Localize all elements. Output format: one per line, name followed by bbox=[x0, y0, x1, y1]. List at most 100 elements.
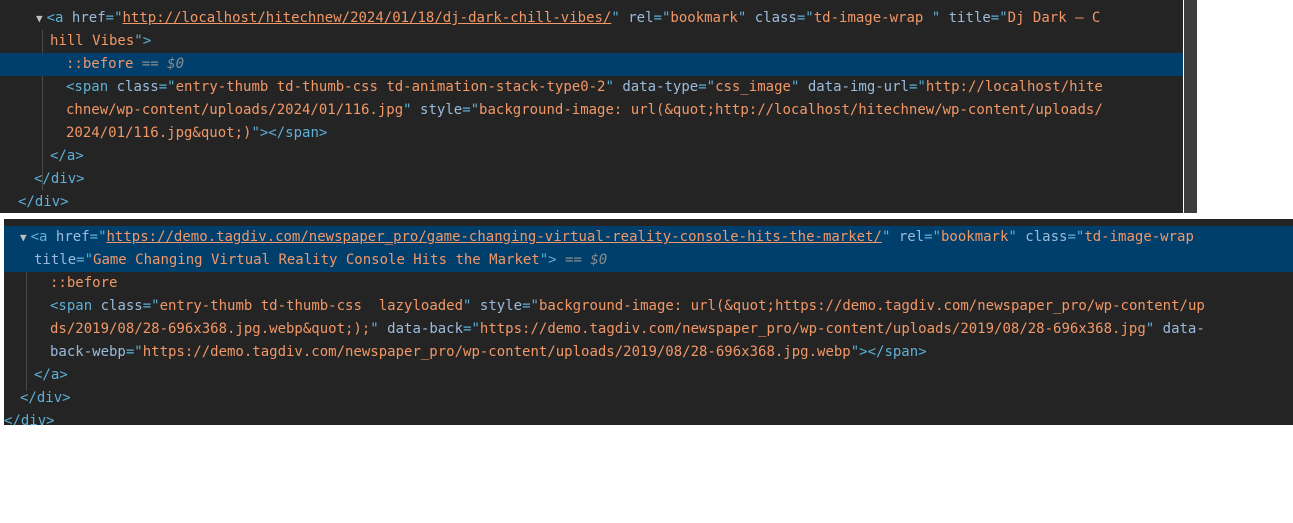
tag-token: =" bbox=[463, 321, 480, 337]
tag-token: " bbox=[1008, 229, 1017, 245]
dom-node-line[interactable]: <span class="entry-thumb td-thumb-css la… bbox=[4, 295, 1293, 318]
tag-token: </div> bbox=[20, 390, 71, 406]
tag-token: " bbox=[605, 79, 614, 95]
dom-node-line[interactable]: </a> bbox=[4, 364, 1293, 387]
tag-token: =" bbox=[990, 10, 1008, 26]
tag-token: </div> bbox=[18, 194, 69, 210]
tag-token: =" bbox=[653, 10, 671, 26]
attribute-value: Game Changing Virtual Reality Console Hi… bbox=[93, 252, 540, 268]
tag-token: =" bbox=[76, 252, 94, 268]
dom-node-line[interactable]: </div> bbox=[4, 387, 1293, 410]
tag-token: =" bbox=[105, 10, 123, 26]
tag-token: " bbox=[931, 10, 941, 26]
attribute-value: background-image: url(&quot;https://demo… bbox=[538, 298, 1205, 314]
attribute-value: hill Vibes bbox=[50, 33, 135, 49]
attribute-value: ds/2019/08/28-696x368.jpg.webp&quot;); bbox=[50, 321, 371, 337]
tag-token: "></span> bbox=[850, 344, 927, 360]
dom-node-line[interactable]: </div> bbox=[0, 168, 1183, 191]
dom-node-selected[interactable]: ▼ <a href="https://demo.tagdiv.com/newspa… bbox=[4, 226, 1293, 249]
tag-token: <span bbox=[50, 298, 93, 314]
href-link[interactable]: https://demo.tagdiv.com/newspaper_pro/ga… bbox=[107, 229, 882, 245]
dom-node-line[interactable]: ::before bbox=[4, 272, 1293, 295]
token: == bbox=[556, 252, 591, 268]
attribute-value: background-image: url(&quot;http://local… bbox=[479, 102, 1103, 118]
attribute-value: entry-thumb td-thumb-css td-animation-st… bbox=[175, 79, 606, 95]
dom-node-line[interactable]: 2024/01/116.jpg&quot;)"></span> bbox=[0, 122, 1183, 145]
tag-token: " bbox=[1145, 321, 1155, 337]
attribute-value: 2024/01/116.jpg&quot;) bbox=[66, 125, 252, 141]
dom-node-line[interactable]: </div> bbox=[4, 410, 1293, 425]
attribute-name: back-webp bbox=[50, 344, 126, 360]
tag-token: =" bbox=[89, 229, 107, 245]
href-link[interactable]: http://localhost/hitechnew/2024/01/18/dj… bbox=[123, 10, 612, 26]
attribute-name: class bbox=[116, 79, 159, 95]
tag-token: "> bbox=[134, 33, 152, 49]
attribute-value: td-image-wrap bbox=[813, 10, 932, 26]
expand-arrow-icon[interactable]: ▼ bbox=[20, 231, 27, 244]
attribute-name: style bbox=[420, 102, 463, 118]
tag-token: =" bbox=[1067, 229, 1085, 245]
attribute-value: https://demo.tagdiv.com/newspaper_pro/wp… bbox=[142, 344, 851, 360]
dom-node-selected[interactable]: ::before == $0 bbox=[0, 53, 1183, 76]
attribute-name: data-type bbox=[622, 79, 699, 95]
attribute-name: title bbox=[34, 252, 77, 268]
attribute-name: data-img-url bbox=[807, 79, 909, 95]
tag-token: " bbox=[370, 321, 379, 337]
tag-token: =" bbox=[125, 344, 143, 360]
attribute-value: https://demo.tagdiv.com/newspaper_pro/wp… bbox=[479, 321, 1146, 337]
tag-token: </a> bbox=[50, 148, 84, 164]
dom-node-line[interactable]: ▼ <a href="http://localhost/hitechnew/202… bbox=[0, 7, 1183, 30]
attribute-value: entry-thumb td-thumb-css lazyloaded bbox=[159, 298, 464, 314]
tag-token: =" bbox=[158, 79, 176, 95]
pseudo-element: ::before bbox=[66, 56, 134, 72]
dom-node-line[interactable]: <span class="entry-thumb td-thumb-css td… bbox=[0, 76, 1183, 99]
pseudo-element: ::before bbox=[50, 275, 118, 291]
token: == bbox=[133, 56, 168, 72]
dom-node-selected[interactable]: title="Game Changing Virtual Reality Con… bbox=[4, 249, 1293, 272]
tag-token: =" bbox=[462, 102, 480, 118]
tag-token: =" bbox=[796, 10, 814, 26]
tag-token: </div> bbox=[4, 413, 55, 425]
attribute-name: style bbox=[479, 298, 523, 314]
attribute-name: class bbox=[1025, 229, 1068, 245]
devtools-elements-panel-top: ▼ <a href="http://localhost/hitechnew/202… bbox=[0, 0, 1183, 213]
attribute-name: title bbox=[948, 10, 991, 26]
token: $0 bbox=[167, 56, 185, 72]
attribute-value: bookmark bbox=[670, 10, 738, 26]
dom-node-line[interactable]: chnew/wp-content/uploads/2024/01/116.jpg… bbox=[0, 99, 1183, 122]
dom-node-line[interactable]: hill Vibes"> bbox=[0, 30, 1183, 53]
attribute-value: bookmark bbox=[940, 229, 1009, 245]
scrollbar[interactable] bbox=[1184, 0, 1197, 213]
attribute-name: data- bbox=[1162, 321, 1205, 337]
expand-arrow-icon[interactable]: ▼ bbox=[36, 12, 43, 25]
attribute-name: href bbox=[55, 229, 90, 245]
tag-token: </div> bbox=[34, 171, 85, 187]
dom-node-line[interactable]: </div> bbox=[0, 191, 1183, 213]
tag-token: " bbox=[611, 10, 620, 26]
tag-token: </a> bbox=[34, 367, 68, 383]
attribute-value: css_image bbox=[715, 79, 791, 95]
dom-node-line[interactable]: back-webp="https://demo.tagdiv.com/newsp… bbox=[4, 341, 1293, 364]
tag-token: =" bbox=[698, 79, 716, 95]
tag-token: " bbox=[403, 102, 412, 118]
tag-token: =" bbox=[142, 298, 160, 314]
dom-node-line[interactable]: ds/2019/08/28-696x368.jpg.webp&quot;);" … bbox=[4, 318, 1293, 341]
attribute-name: rel bbox=[628, 10, 654, 26]
attribute-name: rel bbox=[898, 229, 925, 245]
attribute-value: td-image-wrap bbox=[1084, 229, 1194, 245]
attribute-value: chnew/wp-content/uploads/2024/01/116.jpg bbox=[66, 102, 404, 118]
tag-token: =" bbox=[522, 298, 539, 314]
dom-node-line[interactable]: </a> bbox=[0, 145, 1183, 168]
tag-token: <span bbox=[66, 79, 109, 95]
tag-token: "></span> bbox=[251, 125, 328, 141]
devtools-elements-panel-bottom: ▼ <a href="https://demo.tagdiv.com/newspa… bbox=[4, 219, 1293, 425]
tag-token: =" bbox=[924, 229, 941, 245]
token: $0 bbox=[590, 252, 608, 268]
